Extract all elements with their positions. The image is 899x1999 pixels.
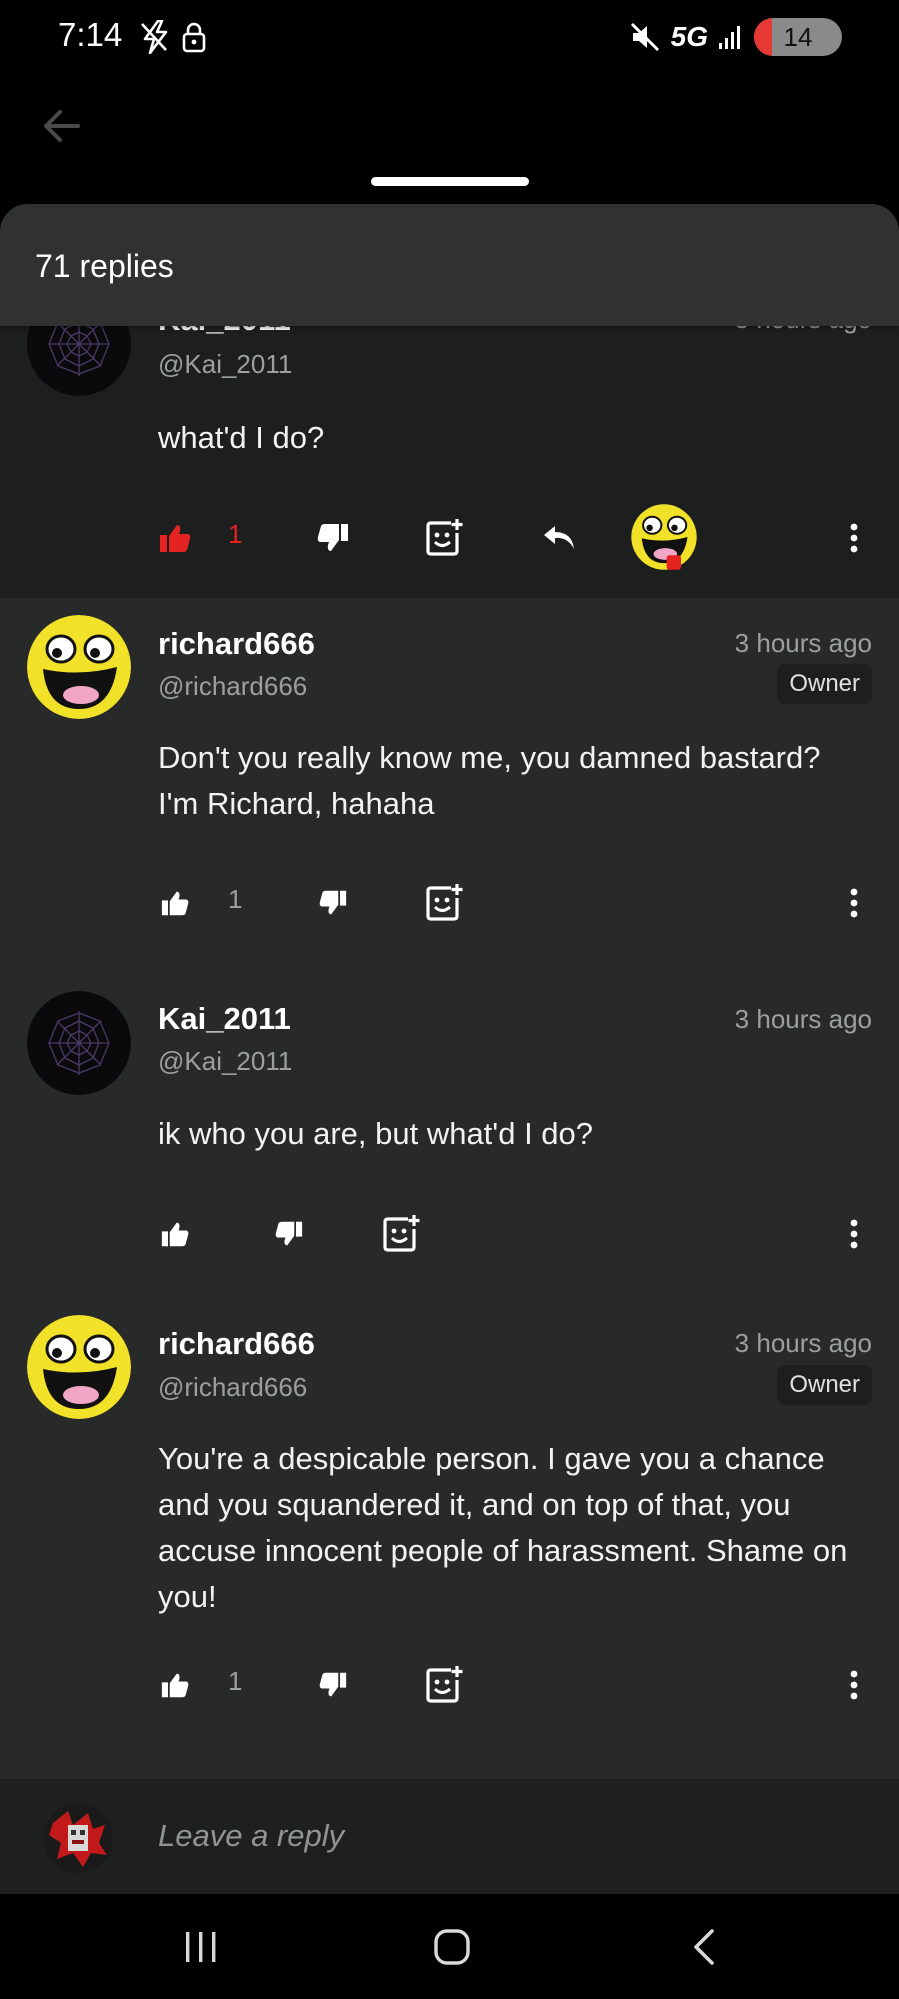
dislike-button[interactable] <box>310 515 356 561</box>
add-reaction-button[interactable] <box>421 880 467 926</box>
dislike-button[interactable] <box>310 880 356 926</box>
add-reaction-icon <box>426 519 463 556</box>
home-button[interactable] <box>422 1919 482 1975</box>
comment-handle[interactable]: @richard666 <box>158 1372 307 1403</box>
add-reaction-icon <box>426 1666 463 1703</box>
like-button[interactable] <box>152 1211 198 1257</box>
comment-actions: 1 <box>0 504 899 570</box>
more-vert-icon <box>850 1219 858 1249</box>
like-count: 1 <box>228 884 243 914</box>
replies-list[interactable]: Kai_2011 3 hours ago @Kai_2011 what'd I … <box>0 204 899 1779</box>
comment-item: richard666 3 hours ago @richard666 Owner… <box>0 1268 899 1708</box>
comment-time: 3 hours ago <box>734 1004 872 1034</box>
more-options-button[interactable] <box>831 1662 877 1708</box>
battery-level: 14 <box>783 22 813 52</box>
comment-time: 3 hours ago <box>734 628 872 658</box>
add-reaction-icon <box>383 1215 420 1252</box>
thumbs-down-icon <box>319 890 347 915</box>
reply-arrow-icon <box>544 526 574 549</box>
replies-sheet: Kai_2011 3 hours ago @Kai_2011 what'd I … <box>0 204 899 1894</box>
comment-handle[interactable]: @Kai_2011 <box>158 349 292 380</box>
more-options-button[interactable] <box>831 1211 877 1257</box>
comment-item: Kai_2011 3 hours ago @Kai_2011 ik who yo… <box>0 943 899 1268</box>
comment-actions <box>0 1205 899 1265</box>
thumbs-up-icon <box>160 525 191 552</box>
system-nav-bar <box>0 1894 899 1999</box>
sheet-header: 71 replies <box>0 204 899 326</box>
top-bar <box>0 76 899 206</box>
sheet-drag-handle[interactable] <box>371 177 529 186</box>
more-vert-icon <box>850 1670 858 1700</box>
owner-badge: Owner <box>777 1365 872 1405</box>
thumbs-down-icon <box>317 524 348 551</box>
back-button[interactable] <box>36 100 88 152</box>
chevron-left-icon <box>694 1929 714 1965</box>
like-count: 1 <box>228 1666 243 1696</box>
arrow-back-icon <box>44 110 80 142</box>
thumbs-up-icon <box>161 1222 189 1247</box>
replies-count-title: 71 replies <box>35 248 174 284</box>
add-reaction-icon <box>426 884 463 921</box>
more-vert-icon <box>850 523 858 553</box>
battery-indicator: 14 <box>754 18 842 56</box>
mute-icon <box>630 22 659 52</box>
network-type: 5G <box>670 21 708 52</box>
lock-icon <box>182 22 206 53</box>
comment-handle[interactable]: @richard666 <box>158 671 307 702</box>
comment-handle[interactable]: @Kai_2011 <box>158 1046 292 1077</box>
reply-bar <box>0 1779 899 1894</box>
dislike-button[interactable] <box>310 1662 356 1708</box>
comment-author[interactable]: Kai_2011 <box>158 1001 291 1037</box>
more-vert-icon <box>850 888 858 918</box>
add-reaction-button[interactable] <box>421 1662 467 1708</box>
awesome-face-icon <box>631 504 697 570</box>
status-bar: 7:14 5G 14 <box>0 0 899 76</box>
comment-text: ik who you are, but what'd I do? <box>158 1116 594 1151</box>
comment-item: richard666 3 hours ago @richard666 Owner… <box>0 598 899 943</box>
creator-heart-reaction <box>630 503 698 571</box>
avatar[interactable] <box>27 615 131 719</box>
user-avatar <box>43 1803 113 1873</box>
owner-badge: Owner <box>777 664 872 704</box>
thumbs-up-icon <box>161 891 189 916</box>
dislike-button[interactable] <box>266 1211 312 1257</box>
comment-author[interactable]: richard666 <box>158 1326 315 1362</box>
comment-actions: 1 <box>0 1656 899 1716</box>
recent-apps-button[interactable] <box>171 1919 231 1975</box>
add-reaction-button[interactable] <box>378 1211 424 1257</box>
more-options-button[interactable] <box>831 515 877 561</box>
comment-author[interactable]: richard666 <box>158 626 315 662</box>
home-icon <box>434 1929 470 1965</box>
reply-button[interactable] <box>536 515 582 561</box>
thumbs-up-icon <box>161 1673 189 1698</box>
comment-text: what'd I do? <box>158 420 325 455</box>
avatar[interactable] <box>27 991 131 1095</box>
comment-text: Don't you really know me, you damned bas… <box>158 740 821 821</box>
back-nav-button[interactable] <box>674 1919 734 1975</box>
like-button[interactable] <box>152 880 198 926</box>
status-time: 7:14 <box>58 16 123 53</box>
thumbs-down-icon <box>319 1672 347 1697</box>
thumbs-down-icon <box>275 1221 303 1246</box>
like-button[interactable] <box>152 1662 198 1708</box>
comment-actions: 1 <box>0 874 899 934</box>
like-button[interactable] <box>152 515 198 561</box>
comment-text: You're a despicable person. I gave you a… <box>158 1441 848 1614</box>
signal-icon <box>719 26 740 49</box>
reply-input[interactable] <box>158 1813 858 1859</box>
recent-apps-icon <box>186 1932 216 1962</box>
add-reaction-button[interactable] <box>421 515 467 561</box>
comment-time: 3 hours ago <box>734 1328 872 1358</box>
flash-icon <box>141 20 168 54</box>
more-options-button[interactable] <box>831 880 877 926</box>
like-count: 1 <box>228 519 243 549</box>
avatar[interactable] <box>27 1315 131 1419</box>
